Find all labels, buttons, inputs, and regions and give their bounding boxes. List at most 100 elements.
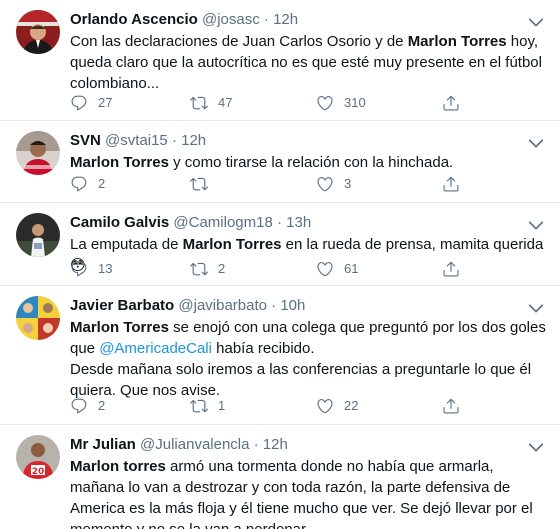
avatar[interactable] <box>16 10 60 54</box>
avatar-image <box>16 213 60 257</box>
chevron-down-icon[interactable] <box>526 12 546 32</box>
retweet-count: 2 <box>218 261 226 276</box>
user-handle[interactable]: @Camilogm18 <box>173 214 272 231</box>
tweet-actions: 13 2 61 <box>70 259 470 279</box>
reply-count: 2 <box>98 176 106 191</box>
retweet-icon <box>190 175 208 193</box>
separator-dot: · <box>271 297 277 314</box>
reply-button[interactable]: 13 <box>70 259 112 279</box>
timestamp[interactable]: 12h <box>181 132 206 149</box>
tweet[interactable]: Javier Barbato @javibarbato · 10h Marlon… <box>0 286 560 425</box>
share-icon <box>442 175 460 193</box>
like-count: 310 <box>344 95 366 110</box>
reply-icon <box>70 260 88 278</box>
like-count: 3 <box>344 176 352 191</box>
like-button[interactable]: 22 <box>316 396 358 416</box>
timestamp[interactable]: 12h <box>273 11 298 28</box>
user-handle[interactable]: @javibarbato <box>178 297 267 314</box>
user-handle[interactable]: @josasc <box>202 11 260 28</box>
reply-button[interactable]: 2 <box>70 174 105 194</box>
display-name[interactable]: Javier Barbato <box>70 297 174 314</box>
share-icon <box>442 397 460 415</box>
tweet-header: Mr Julian @Julianvalencla · 12h <box>70 435 288 455</box>
retweet-icon <box>190 260 208 278</box>
retweet-count: 1 <box>218 398 226 413</box>
retweet-button[interactable]: 1 <box>190 396 225 416</box>
tweet[interactable]: 20 Mr Julian @Julianvalencla · 12h Marlo… <box>0 425 560 529</box>
avatar[interactable] <box>16 296 60 340</box>
like-count: 22 <box>344 398 359 413</box>
heart-icon <box>316 397 334 415</box>
user-handle[interactable]: @svtai15 <box>105 132 168 149</box>
highlighted-term: Marlon Torres <box>70 319 169 336</box>
separator-dot: · <box>253 436 259 453</box>
share-button[interactable] <box>442 93 460 113</box>
chevron-down-icon[interactable] <box>526 215 546 235</box>
avatar-image <box>16 131 60 175</box>
text-segment: y como tirarse la relación con la hincha… <box>168 154 454 171</box>
like-button[interactable]: 61 <box>316 259 358 279</box>
retweet-icon <box>190 94 208 112</box>
share-icon <box>442 260 460 278</box>
share-icon <box>442 94 460 112</box>
avatar[interactable] <box>16 131 60 175</box>
avatar[interactable]: 20 <box>16 435 60 479</box>
avatar-image <box>16 296 60 340</box>
text-segment: en la rueda de prensa, mamita querida <box>281 236 544 253</box>
timestamp[interactable]: 10h <box>280 297 305 314</box>
text-paragraph: Desde mañana solo iremos a las conferenc… <box>70 361 532 399</box>
tweet-actions: 27 47 310 <box>70 93 470 113</box>
separator-dot: · <box>277 214 282 231</box>
heart-icon <box>316 175 334 193</box>
avatar[interactable] <box>16 213 60 257</box>
text-segment: La emputada de <box>70 236 183 253</box>
retweet-icon <box>190 397 208 415</box>
tweet-header: Javier Barbato @javibarbato · 10h <box>70 296 305 316</box>
display-name[interactable]: Camilo Galvis <box>70 214 169 231</box>
tweet-actions: 2 1 22 <box>70 396 470 416</box>
display-name[interactable]: Mr Julian <box>70 436 136 453</box>
retweet-button[interactable]: 47 <box>190 93 232 113</box>
highlighted-term: Marlon Torres <box>70 154 169 171</box>
highlighted-term: Marlon torres <box>70 458 166 475</box>
share-button[interactable] <box>442 259 460 279</box>
tweet-actions: 2 3 <box>70 174 470 194</box>
reply-count: 2 <box>98 398 106 413</box>
tweet[interactable]: Camilo Galvis @Camilogm18 · 13h La emput… <box>0 203 560 286</box>
highlighted-term: Marlon Torres <box>182 236 282 253</box>
timestamp[interactable]: 12h <box>263 436 288 453</box>
like-button[interactable]: 3 <box>316 174 351 194</box>
chevron-down-icon[interactable] <box>526 133 546 153</box>
tweet-header: Orlando Ascencio @josasc · 12h <box>70 10 298 30</box>
reply-count: 27 <box>98 95 113 110</box>
display-name[interactable]: SVN <box>70 132 101 149</box>
retweet-count: 47 <box>218 95 233 110</box>
reply-button[interactable]: 27 <box>70 93 112 113</box>
display-name[interactable]: Orlando Ascencio <box>70 11 198 28</box>
chevron-down-icon[interactable] <box>526 437 546 457</box>
chevron-down-icon[interactable] <box>526 298 546 318</box>
retweet-button[interactable]: 2 <box>190 259 225 279</box>
tweet-text: Marlon Torres y como tirarse la relación… <box>70 152 548 173</box>
reply-icon <box>70 94 88 112</box>
share-button[interactable] <box>442 396 460 416</box>
user-handle[interactable]: @Julianvalencla <box>140 436 249 453</box>
reply-count: 13 <box>98 261 113 276</box>
reply-button[interactable]: 2 <box>70 396 105 416</box>
heart-icon <box>316 94 334 112</box>
avatar-image: 20 <box>16 435 60 479</box>
tweet-text: Con las declaraciones de Juan Carlos Oso… <box>70 31 548 94</box>
highlighted-term: Marlon Torres <box>407 33 507 50</box>
tweet[interactable]: Orlando Ascencio @josasc · 12h Con las d… <box>0 0 560 121</box>
mention-link[interactable]: @AmericadeCali <box>99 340 212 357</box>
reply-icon <box>70 397 88 415</box>
svg-text:20: 20 <box>32 467 45 477</box>
tweet[interactable]: SVN @svtai15 · 12h Marlon Torres y como … <box>0 121 560 203</box>
retweet-button[interactable] <box>190 174 208 194</box>
like-button[interactable]: 310 <box>316 93 366 113</box>
share-button[interactable] <box>442 174 460 194</box>
separator-dot: · <box>263 11 269 28</box>
timestamp[interactable]: 13h <box>286 214 311 231</box>
tweet-text: Marlon torres armó una tormenta donde no… <box>70 456 548 529</box>
text-segment: había recibido. <box>211 340 315 357</box>
